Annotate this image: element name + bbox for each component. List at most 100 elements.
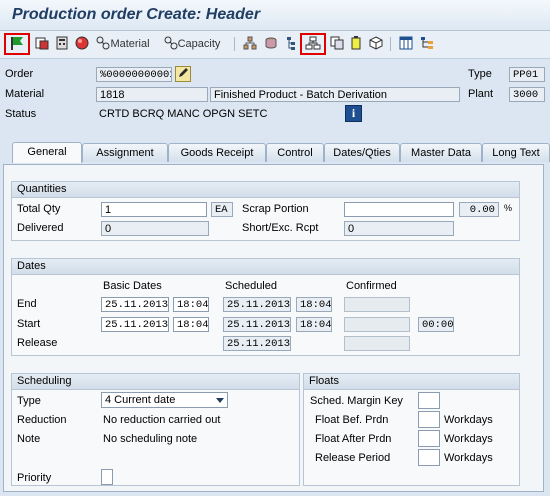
capacity-button-label: Capacity [177, 38, 221, 50]
status-value: CRTD BCRQ MANC OPGN SETC [99, 108, 268, 120]
release-label: Release [17, 337, 58, 349]
overview-icon [34, 35, 50, 54]
overview-button[interactable] [33, 34, 51, 54]
total-qty-input[interactable]: 1 [101, 202, 207, 217]
order-field[interactable]: %00000000001 [96, 67, 172, 82]
float-before-input[interactable] [418, 411, 440, 428]
unit-field[interactable]: EA [211, 202, 233, 217]
sched-margin-key-input[interactable] [418, 392, 440, 409]
scrap-portion-input[interactable] [344, 202, 454, 217]
calculator-button[interactable] [53, 34, 71, 54]
page-title: Production order Create: Header [12, 6, 261, 23]
start-scheduled-time: 18:04 [296, 317, 332, 332]
application-toolbar: Material Capacity [0, 31, 550, 59]
capacity-button[interactable]: Capacity [163, 34, 221, 54]
reduction-label: Reduction [17, 414, 67, 426]
type-field[interactable]: PP01 [509, 67, 545, 82]
tab-general[interactable]: General [12, 142, 82, 163]
flag-icon [9, 35, 25, 54]
material-button[interactable]: Material [95, 34, 151, 54]
delivered-label: Delivered [17, 222, 64, 234]
copy-button[interactable] [328, 34, 346, 54]
edit-button[interactable] [175, 66, 191, 82]
cylinder-icon [263, 35, 279, 54]
table-button[interactable] [397, 34, 415, 54]
note-value: No scheduling note [103, 433, 198, 445]
components-icon [96, 36, 110, 53]
delivered-field: 0 [101, 221, 209, 236]
tab-master-data[interactable]: Master Data [400, 143, 482, 162]
order-label: Order [5, 68, 34, 80]
scheduling-group: Scheduling [11, 373, 300, 486]
hierarchy-icon [305, 35, 321, 54]
tab-assignment[interactable]: Assignment [82, 143, 168, 162]
float-after-input[interactable] [418, 430, 440, 447]
release-confirmed-date [344, 336, 410, 351]
release-flag-button[interactable] [4, 33, 30, 55]
dates-heading: Dates [12, 259, 519, 275]
start-confirmed-date [344, 317, 410, 332]
plant-field[interactable]: 3000 [509, 87, 545, 102]
tree-button[interactable] [418, 34, 436, 54]
capacity-icon [164, 36, 178, 53]
hierarchy-button[interactable] [300, 33, 326, 55]
calculator-icon [54, 35, 70, 54]
release-period-input[interactable] [418, 449, 440, 466]
start-basic-date-input[interactable]: 25.11.2013 [101, 317, 169, 332]
short-exc-field: 0 [344, 221, 454, 236]
type-label: Type [468, 68, 492, 80]
float-after-unit: Workdays [444, 433, 493, 445]
basic-dates-label: Basic Dates [103, 280, 162, 292]
sched-margin-key-label: Sched. Margin Key [310, 395, 403, 407]
info-icon: i [351, 106, 356, 120]
tab-control[interactable]: Control [266, 143, 324, 162]
start-scheduled-date: 25.11.2013 [223, 317, 291, 332]
scheduling-type-label: Type [17, 395, 41, 407]
reduction-value: No reduction carried out [103, 414, 221, 426]
end-label: End [17, 298, 37, 310]
tab-goods-receipt[interactable]: Goods Receipt [168, 143, 266, 162]
release-period-unit: Workdays [444, 452, 493, 464]
tab-long-text[interactable]: Long Text [482, 143, 550, 162]
attachment-button[interactable] [348, 34, 364, 54]
scheduling-heading: Scheduling [12, 374, 299, 390]
float-after-label: Float After Prdn [315, 433, 392, 445]
start-basic-time-input[interactable]: 18:04 [173, 317, 209, 332]
release-scheduled-date: 25.11.2013 [223, 336, 291, 351]
object-button[interactable] [368, 34, 384, 54]
battery-icon [349, 35, 363, 54]
tree-icon [419, 35, 435, 54]
network-button[interactable] [241, 34, 259, 54]
status-info-button[interactable]: i [345, 105, 362, 122]
structure-button[interactable] [284, 34, 298, 54]
mass-button[interactable] [262, 34, 280, 54]
quantities-heading: Quantities [12, 182, 519, 198]
table-icon [398, 35, 414, 54]
floats-heading: Floats [304, 374, 519, 390]
material-field[interactable]: 1818 [96, 87, 208, 102]
float-before-unit: Workdays [444, 414, 493, 426]
material-description: Finished Product - Batch Derivation [210, 87, 460, 102]
start-label: Start [17, 318, 41, 330]
status-button[interactable] [73, 34, 91, 54]
cube-icon [368, 35, 384, 54]
confirmed-label: Confirmed [346, 280, 397, 292]
pencil-icon [177, 67, 189, 82]
percent-sign: % [504, 203, 513, 213]
status-ball-icon [74, 35, 90, 54]
end-basic-date-input[interactable]: 25.11.2013 [101, 297, 169, 312]
scrap-percent-field: 0.00 [459, 202, 499, 217]
scrap-portion-label: Scrap Portion [242, 203, 309, 215]
plant-label: Plant [468, 88, 494, 100]
total-qty-label: Total Qty [17, 203, 61, 215]
start-confirmed-time: 00:00 [418, 317, 454, 332]
scheduling-type-dropdown[interactable]: 4 Current date [101, 392, 228, 408]
scheduled-label: Scheduled [225, 280, 277, 292]
priority-input[interactable] [101, 469, 113, 485]
tab-dates-qties[interactable]: Dates/Qties [324, 143, 400, 162]
release-period-label: Release Period [315, 452, 391, 464]
toolbar-separator [234, 37, 235, 51]
end-basic-time-input[interactable]: 18:04 [173, 297, 209, 312]
copy-icon [329, 35, 345, 54]
float-before-label: Float Bef. Prdn [315, 414, 389, 426]
